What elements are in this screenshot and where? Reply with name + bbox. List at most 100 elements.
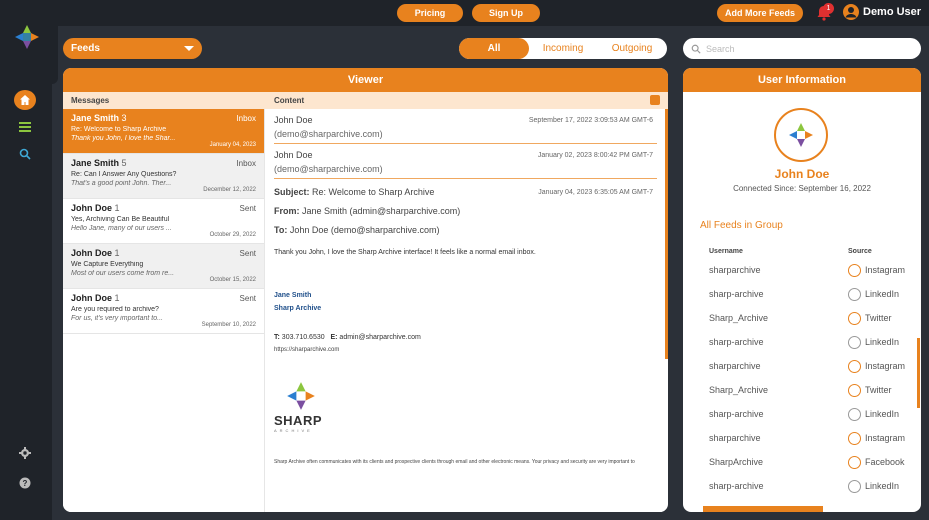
- instagram-icon: [848, 360, 861, 373]
- list-item[interactable]: John Doe 1 Sent Are you required to arch…: [63, 289, 264, 334]
- message-count: 3: [121, 113, 127, 123]
- signup-button[interactable]: Sign Up: [472, 4, 540, 22]
- message-folder: Inbox: [236, 159, 256, 168]
- content-header: Content: [266, 92, 668, 109]
- user-info-bottom-bar: [703, 506, 823, 512]
- gear-icon[interactable]: [16, 444, 34, 462]
- tab-incoming[interactable]: Incoming: [529, 38, 597, 59]
- home-icon[interactable]: [14, 90, 36, 110]
- table-row[interactable]: Sharp_Archive Twitter: [683, 312, 921, 337]
- message-count: 5: [121, 158, 127, 168]
- feeds-group-title: All Feeds in Group: [700, 220, 783, 231]
- table-row[interactable]: sharparchive Instagram: [683, 432, 921, 457]
- help-icon[interactable]: ?: [16, 474, 34, 492]
- table-row[interactable]: sharp-archive LinkedIn: [683, 480, 921, 505]
- add-more-feeds-button[interactable]: Add More Feeds: [717, 4, 803, 22]
- search-icon[interactable]: [16, 145, 34, 163]
- table-row[interactable]: SharpArchive Facebook: [683, 456, 921, 481]
- search-input[interactable]: [706, 43, 906, 54]
- user-menu[interactable]: Demo User: [863, 6, 921, 18]
- messages-header: Messages: [63, 92, 266, 109]
- thread-date: January 02, 2023 8:00:42 PM GMT-7: [537, 152, 653, 159]
- app-logo[interactable]: [14, 24, 40, 50]
- message-subject: Yes, Archiving Can Be Beautiful: [71, 216, 170, 223]
- list-icon[interactable]: [16, 118, 34, 136]
- disclaimer-text: Sharp Archive often communicates with it…: [274, 459, 635, 465]
- message-preview: For us, it's very important to...: [71, 315, 163, 322]
- message-folder: Sent: [239, 249, 256, 258]
- email-body: Thank you John, I love the Sharp Archive…: [274, 249, 536, 256]
- list-item[interactable]: Jane Smith 3 Inbox Re: Welcome to Sharp …: [63, 109, 264, 154]
- user-info-scrollbar[interactable]: [917, 338, 920, 408]
- email-label: E:: [330, 334, 338, 341]
- viewer-panel: Viewer Messages Content Jane Smith 3 Inb…: [63, 68, 668, 512]
- list-item[interactable]: John Doe 1 Sent We Capture Everything Mo…: [63, 244, 264, 289]
- message-subject: We Capture Everything: [71, 261, 144, 268]
- user-avatar: [774, 108, 828, 162]
- feed-source: LinkedIn: [865, 337, 900, 347]
- thread-message[interactable]: John Doe (demo@sharparchive.com) Septemb…: [266, 109, 665, 139]
- table-row[interactable]: sharparchive Instagram: [683, 264, 921, 289]
- list-item[interactable]: Jane Smith 5 Inbox Re: Can I Answer Any …: [63, 154, 264, 199]
- user-info-panel: User Information John Doe Connected Sinc…: [683, 68, 921, 512]
- list-item[interactable]: John Doe 1 Sent Yes, Archiving Can Be Be…: [63, 199, 264, 244]
- username-column-header: Username: [709, 248, 743, 255]
- instagram-icon: [848, 264, 861, 277]
- message-subject: Re: Welcome to Sharp Archive: [71, 126, 167, 133]
- connected-since: Connected Since: September 16, 2022: [733, 184, 871, 193]
- content-header-label: Content: [274, 96, 305, 105]
- tab-all[interactable]: All: [459, 38, 529, 59]
- table-row[interactable]: sharparchive Instagram: [683, 360, 921, 385]
- search-box: [683, 38, 921, 59]
- to-label: To:: [274, 225, 288, 235]
- facebook-icon: [848, 456, 861, 469]
- message-date: October 29, 2022: [209, 232, 256, 238]
- search-icon: [691, 44, 701, 54]
- linkedin-icon: [848, 480, 861, 493]
- email-to: John Doe (demo@sharparchive.com): [289, 225, 440, 235]
- feed-username: sharparchive: [709, 265, 761, 275]
- signature-company: Sharp Archive: [274, 305, 322, 312]
- thread-email: (demo@sharparchive.com): [274, 164, 383, 174]
- thread-date: September 17, 2022 3:09:53 AM GMT-6: [528, 117, 653, 124]
- tab-outgoing[interactable]: Outgoing: [597, 38, 667, 59]
- table-row[interactable]: Sharp_Archive Twitter: [683, 384, 921, 409]
- signature-name: Jane Smith: [274, 292, 312, 299]
- feed-username: sharp-archive: [709, 481, 764, 491]
- feed-username: sharp-archive: [709, 289, 764, 299]
- notification-badge: 1: [823, 3, 834, 14]
- logo-subtext: ARCHIVE: [274, 428, 313, 433]
- sidebar-curve: [52, 26, 58, 84]
- pricing-button[interactable]: Pricing: [397, 4, 463, 22]
- feed-username: SharpArchive: [709, 457, 764, 467]
- feed-username: sharp-archive: [709, 337, 764, 347]
- feeds-dropdown[interactable]: Feeds: [63, 38, 202, 59]
- message-folder: Inbox: [236, 114, 256, 123]
- table-row[interactable]: sharp-archive LinkedIn: [683, 408, 921, 433]
- sharp-archive-logo: SHARP ARCHIVE: [274, 381, 334, 433]
- message-subject: Re: Can I Answer Any Questions?: [71, 171, 177, 178]
- email-subject: Re: Welcome to Sharp Archive: [312, 187, 435, 197]
- content-scrollbar[interactable]: [665, 109, 668, 359]
- message-sender: John Doe: [71, 293, 113, 303]
- direction-filter: All Incoming Outgoing: [459, 38, 667, 59]
- user-avatar-icon[interactable]: [843, 4, 859, 20]
- feed-source: Twitter: [865, 313, 892, 323]
- feed-source: Facebook: [865, 457, 905, 467]
- message-subject: Are you required to archive?: [71, 306, 159, 313]
- feed-username: Sharp_Archive: [709, 313, 769, 323]
- svg-text:?: ?: [23, 479, 28, 488]
- twitter-icon: [848, 384, 861, 397]
- expand-icon[interactable]: [650, 95, 660, 105]
- feed-source: Instagram: [865, 265, 906, 275]
- thread-message[interactable]: John Doe (demo@sharparchive.com) January…: [266, 144, 665, 174]
- message-sender: John Doe: [71, 248, 113, 258]
- email-from: Jane Smith (admin@sharparchive.com): [302, 206, 461, 216]
- message-count: 1: [114, 293, 120, 303]
- thread-email: (demo@sharparchive.com): [274, 129, 383, 139]
- signature-url[interactable]: https://sharparchive.com: [274, 347, 657, 353]
- feed-username: sharp-archive: [709, 409, 764, 419]
- table-row[interactable]: sharp-archive LinkedIn: [683, 336, 921, 361]
- table-row[interactable]: sharp-archive LinkedIn: [683, 288, 921, 313]
- message-sender: Jane Smith: [71, 158, 120, 168]
